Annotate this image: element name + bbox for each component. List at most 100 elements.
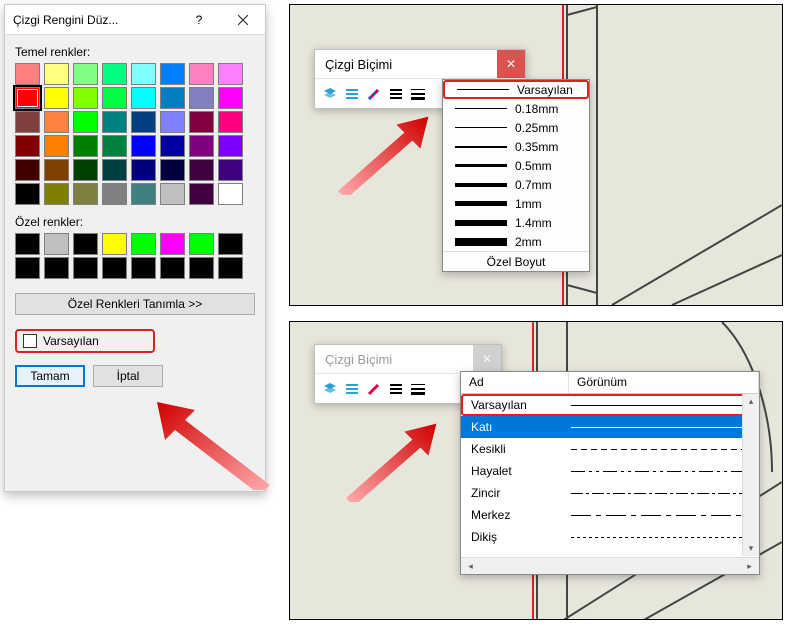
width-option[interactable]: 2mm bbox=[443, 232, 589, 251]
width-icon[interactable] bbox=[409, 380, 427, 398]
color-swatch[interactable] bbox=[102, 87, 127, 109]
ok-button[interactable]: Tamam bbox=[15, 365, 85, 387]
color-swatch[interactable] bbox=[218, 257, 243, 279]
line-pattern-listbox[interactable]: Ad Görünüm VarsayılanKatıKesikliHayaletZ… bbox=[460, 371, 760, 575]
width-option[interactable]: 0.35mm bbox=[443, 137, 589, 156]
color-swatch[interactable] bbox=[15, 111, 40, 133]
color-swatch[interactable] bbox=[15, 159, 40, 181]
color-swatch[interactable] bbox=[160, 257, 185, 279]
pattern-row[interactable]: Kesikli bbox=[461, 438, 759, 460]
color-swatch[interactable] bbox=[218, 111, 243, 133]
color-swatch[interactable] bbox=[189, 183, 214, 205]
width-option[interactable]: 0.5mm bbox=[443, 156, 589, 175]
scroll-right-icon[interactable]: ▸ bbox=[742, 559, 757, 574]
pattern-row[interactable]: Hayalet bbox=[461, 460, 759, 482]
col-view[interactable]: Görünüm bbox=[569, 372, 759, 393]
width-icon[interactable] bbox=[409, 85, 427, 103]
color-swatch[interactable] bbox=[44, 111, 69, 133]
color-swatch[interactable] bbox=[102, 233, 127, 255]
vertical-scrollbar[interactable]: ▴ ▾ bbox=[742, 394, 759, 556]
color-swatch[interactable] bbox=[131, 257, 156, 279]
color-swatch[interactable] bbox=[218, 233, 243, 255]
color-swatch[interactable] bbox=[73, 111, 98, 133]
col-name[interactable]: Ad bbox=[461, 372, 569, 393]
color-swatch[interactable] bbox=[102, 63, 127, 85]
color-swatch[interactable] bbox=[131, 87, 156, 109]
color-swatch[interactable] bbox=[218, 135, 243, 157]
default-checkbox-row[interactable]: Varsayılan bbox=[15, 329, 155, 353]
color-swatch[interactable] bbox=[73, 257, 98, 279]
width-option[interactable]: 0.18mm bbox=[443, 99, 589, 118]
pattern-row[interactable]: Zincir bbox=[461, 482, 759, 504]
color-swatch[interactable] bbox=[218, 63, 243, 85]
color-swatch[interactable] bbox=[218, 183, 243, 205]
color-swatch[interactable] bbox=[102, 111, 127, 133]
color-swatch[interactable] bbox=[15, 135, 40, 157]
color-swatch[interactable] bbox=[131, 63, 156, 85]
color-swatch[interactable] bbox=[189, 159, 214, 181]
color-swatch[interactable] bbox=[44, 87, 69, 109]
cancel-button[interactable]: İptal bbox=[93, 365, 163, 387]
define-custom-button[interactable]: Özel Renkleri Tanımla >> bbox=[15, 293, 255, 315]
color-swatch[interactable] bbox=[160, 135, 185, 157]
menu-icon[interactable] bbox=[387, 380, 405, 398]
color-swatch[interactable] bbox=[73, 87, 98, 109]
color-swatch[interactable] bbox=[160, 159, 185, 181]
color-swatch[interactable] bbox=[15, 87, 40, 109]
lines-icon[interactable] bbox=[343, 85, 361, 103]
color-swatch[interactable] bbox=[160, 183, 185, 205]
color-swatch[interactable] bbox=[189, 257, 214, 279]
horizontal-scrollbar[interactable]: ◂ ▸ bbox=[461, 557, 759, 574]
color-swatch[interactable] bbox=[189, 63, 214, 85]
color-swatch[interactable] bbox=[189, 233, 214, 255]
color-swatch[interactable] bbox=[189, 111, 214, 133]
color-swatch[interactable] bbox=[160, 233, 185, 255]
color-swatch[interactable] bbox=[131, 111, 156, 133]
color-swatch[interactable] bbox=[73, 63, 98, 85]
color-swatch[interactable] bbox=[15, 183, 40, 205]
color-swatch[interactable] bbox=[73, 233, 98, 255]
width-option[interactable]: 1mm bbox=[443, 194, 589, 213]
color-swatch[interactable] bbox=[131, 183, 156, 205]
width-option[interactable]: 1.4mm bbox=[443, 213, 589, 232]
color-swatch[interactable] bbox=[131, 159, 156, 181]
color-swatch[interactable] bbox=[15, 63, 40, 85]
color-swatch[interactable] bbox=[15, 257, 40, 279]
default-checkbox[interactable] bbox=[23, 334, 37, 348]
stack-icon[interactable] bbox=[321, 85, 339, 103]
color-swatch[interactable] bbox=[189, 87, 214, 109]
width-custom-size[interactable]: Özel Boyut bbox=[443, 251, 589, 271]
palette-icon[interactable] bbox=[365, 85, 383, 103]
color-swatch[interactable] bbox=[160, 87, 185, 109]
pattern-row[interactable]: Katı bbox=[461, 416, 759, 438]
lines-icon[interactable] bbox=[343, 380, 361, 398]
panel-close-icon[interactable]: ✕ bbox=[473, 345, 501, 373]
color-swatch[interactable] bbox=[44, 233, 69, 255]
line-width-dropdown[interactable]: Varsayılan0.18mm0.25mm0.35mm0.5mm0.7mm1m… bbox=[442, 79, 590, 272]
color-swatch[interactable] bbox=[73, 159, 98, 181]
color-swatch[interactable] bbox=[15, 233, 40, 255]
color-swatch[interactable] bbox=[44, 257, 69, 279]
color-swatch[interactable] bbox=[218, 87, 243, 109]
scroll-up-icon[interactable]: ▴ bbox=[744, 394, 759, 409]
color-swatch[interactable] bbox=[189, 135, 214, 157]
color-swatch[interactable] bbox=[44, 135, 69, 157]
scroll-down-icon[interactable]: ▾ bbox=[744, 541, 759, 556]
scroll-left-icon[interactable]: ◂ bbox=[463, 559, 478, 574]
color-swatch[interactable] bbox=[102, 257, 127, 279]
pattern-row[interactable]: Merkez bbox=[461, 504, 759, 526]
width-option[interactable]: Varsayılan bbox=[443, 80, 589, 99]
color-swatch[interactable] bbox=[73, 135, 98, 157]
panel-header[interactable]: Çizgi Biçimi ✕ bbox=[315, 50, 525, 78]
color-swatch[interactable] bbox=[73, 183, 98, 205]
color-swatch[interactable] bbox=[218, 159, 243, 181]
color-swatch[interactable] bbox=[131, 233, 156, 255]
color-swatch[interactable] bbox=[102, 183, 127, 205]
help-button[interactable]: ? bbox=[177, 5, 221, 35]
color-swatch[interactable] bbox=[131, 135, 156, 157]
color-swatch[interactable] bbox=[160, 111, 185, 133]
palette-icon[interactable] bbox=[365, 380, 383, 398]
panel-header[interactable]: Çizgi Biçimi ✕ bbox=[315, 345, 501, 373]
width-option[interactable]: 0.7mm bbox=[443, 175, 589, 194]
menu-icon[interactable] bbox=[387, 85, 405, 103]
